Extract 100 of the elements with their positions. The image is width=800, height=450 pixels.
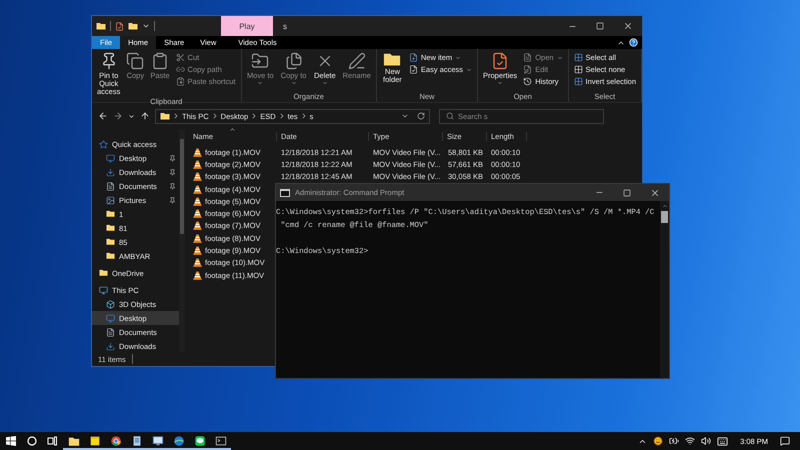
folder-icon xyxy=(128,22,138,30)
traffic-cone-icon xyxy=(193,172,202,182)
caret-icon xyxy=(257,80,264,86)
back-button[interactable] xyxy=(98,111,108,121)
cube-icon xyxy=(106,300,115,308)
notification-icon[interactable] xyxy=(780,436,790,446)
close-icon xyxy=(650,188,660,198)
chat-icon xyxy=(194,435,206,447)
monitor-icon xyxy=(152,435,164,447)
help-icon[interactable] xyxy=(629,38,638,47)
pin-icon xyxy=(169,196,176,204)
clock-arrow-icon xyxy=(523,77,532,86)
pen-icon xyxy=(348,52,366,70)
recent-button[interactable] xyxy=(128,112,135,120)
scroll-up-icon[interactable] xyxy=(662,203,668,209)
scissors-icon xyxy=(176,53,185,62)
pin-icon xyxy=(169,182,176,190)
task-view-icon xyxy=(47,436,58,446)
scrollbar[interactable] xyxy=(660,201,669,378)
scrollbar[interactable] xyxy=(179,129,185,352)
globe-icon xyxy=(172,435,184,447)
folder-icon xyxy=(383,52,402,66)
up-button[interactable] xyxy=(140,111,150,121)
battery-icon[interactable] xyxy=(669,436,680,446)
volume-icon[interactable] xyxy=(701,436,712,446)
refresh-icon[interactable] xyxy=(417,112,425,120)
document-icon xyxy=(106,182,115,190)
maximize-icon xyxy=(596,22,604,30)
chevron-right-icon xyxy=(174,113,178,119)
grid-icon xyxy=(574,65,583,74)
folder-icon xyxy=(96,22,106,30)
maximize-icon xyxy=(623,188,631,196)
scroll-thumb[interactable] xyxy=(180,139,184,234)
smiley-icon[interactable] xyxy=(653,436,664,446)
context-tab-label: Play xyxy=(221,16,273,36)
search-icon xyxy=(446,112,454,120)
caret-icon[interactable] xyxy=(401,112,409,120)
file-check-icon[interactable] xyxy=(115,22,124,30)
pin-icon xyxy=(169,168,176,176)
folder-icon xyxy=(68,435,80,447)
arrow-left-icon xyxy=(98,111,108,121)
download-icon xyxy=(106,168,115,176)
traffic-cone-icon xyxy=(193,221,202,230)
folder-arrow-icon xyxy=(251,52,270,70)
caret-icon xyxy=(290,80,297,86)
forward-button[interactable] xyxy=(113,111,123,121)
file-check-icon xyxy=(408,65,418,74)
grid-icon xyxy=(574,53,583,62)
scroll-thumb[interactable] xyxy=(661,211,668,223)
terminal-icon xyxy=(214,435,226,447)
notepad-icon xyxy=(130,435,142,447)
traffic-cone-icon xyxy=(193,184,202,194)
folder-icon xyxy=(160,112,170,120)
sort-caret-icon xyxy=(229,126,236,133)
chevron-right-icon xyxy=(302,113,306,119)
link-icon xyxy=(176,65,185,74)
close-icon xyxy=(623,21,633,31)
pin-icon xyxy=(169,154,176,162)
grid-icon xyxy=(574,77,583,86)
arrow-up-icon xyxy=(140,111,150,121)
caret-icon xyxy=(497,80,504,86)
traffic-cone-icon xyxy=(193,160,202,169)
download-icon xyxy=(106,342,115,350)
document-icon xyxy=(523,53,532,62)
caret-icon xyxy=(556,54,563,60)
caret-icon xyxy=(322,80,328,86)
search-icon xyxy=(26,436,36,446)
window-title: s xyxy=(283,22,287,30)
picture-icon xyxy=(106,196,115,204)
terminal-icon xyxy=(280,188,290,196)
file-check-icon xyxy=(491,52,510,70)
traffic-cone-icon xyxy=(193,258,202,268)
monitor-icon xyxy=(106,154,115,162)
traffic-cone-icon xyxy=(193,246,202,256)
file-pen-icon xyxy=(523,65,532,74)
pages-icon xyxy=(284,52,303,70)
chevron-right-icon xyxy=(212,113,217,119)
traffic-cone-icon xyxy=(193,209,202,218)
monitor-icon xyxy=(99,286,108,294)
traffic-cone-icon xyxy=(193,234,202,243)
pages-icon xyxy=(126,52,144,70)
document-icon xyxy=(106,328,115,336)
ball-icon xyxy=(110,435,122,447)
arrow-right-icon xyxy=(113,111,123,121)
caret-icon xyxy=(128,112,135,120)
caret-icon[interactable] xyxy=(142,22,150,30)
clipboard-icon xyxy=(150,52,169,70)
file-plus-icon xyxy=(408,53,418,62)
traffic-cone-icon xyxy=(193,270,202,280)
note-icon xyxy=(88,435,100,447)
chevron-right-icon xyxy=(252,113,256,119)
traffic-cone-icon xyxy=(193,148,202,157)
keyboard-icon[interactable] xyxy=(717,436,728,446)
monitor-icon xyxy=(106,314,115,322)
star-icon xyxy=(99,140,108,148)
windows-logo-icon xyxy=(6,436,16,446)
clipboard-icon xyxy=(176,77,185,86)
chevron-right-icon xyxy=(280,113,284,119)
wifi-icon[interactable] xyxy=(685,436,696,446)
traffic-cone-icon xyxy=(193,196,202,206)
